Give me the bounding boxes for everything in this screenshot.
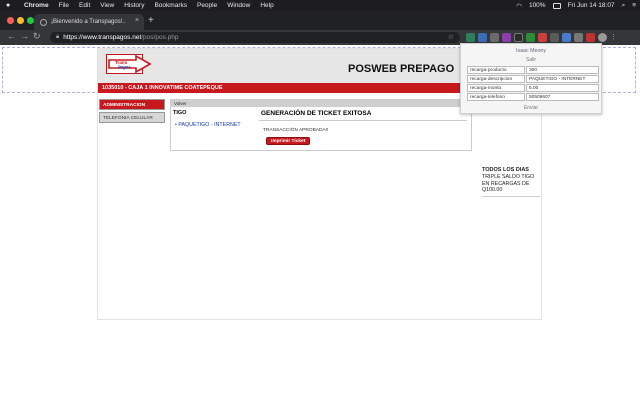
menu-edit[interactable]: Edit xyxy=(79,2,90,9)
macos-menubar: ● Chrome File Edit View History Bookmark… xyxy=(0,0,640,11)
browser-tab-active[interactable]: ¡Bienvenido a Transpagos!.. × xyxy=(34,14,144,30)
promo-box: TODOS LOS DIAS TRIPLE SALDO TIGO EN RECA… xyxy=(482,167,540,197)
transpagos-logo-icon: Trans Pagos xyxy=(106,54,152,74)
battery-percent[interactable]: 100% xyxy=(529,2,546,9)
extension-icon-4[interactable] xyxy=(502,33,511,42)
table-row: recarga-telefono 50509607 xyxy=(467,93,599,101)
lock-icon[interactable]: 🔒︎ xyxy=(56,34,59,41)
window-minimize-button[interactable] xyxy=(17,17,24,24)
extension-icon-5[interactable] xyxy=(514,33,523,42)
menu-view[interactable]: View xyxy=(100,2,114,9)
promo-text: TRIPLE SALDO TIGO EN RECARGAS DE Q100.00 xyxy=(482,174,540,197)
browser-tabstrip: ¡Bienvenido a Transpagos!.. × + xyxy=(0,11,640,30)
popup-username: Isaac Meony xyxy=(515,48,547,54)
product-label: PAQUETIGO - INTERNET xyxy=(178,122,241,128)
bookmark-star-icon[interactable]: ☆ xyxy=(448,33,454,41)
ticket-panel: Volver TIGO • PAQUETIGO - INTERNET GENER… xyxy=(170,99,472,151)
volver-link[interactable]: Volver xyxy=(171,100,471,107)
wifi-icon[interactable]: ◠ xyxy=(516,2,522,10)
row-value[interactable]: PAQUETIGO - INTERNET xyxy=(526,75,599,83)
page-title: POSWEB PREPAGO xyxy=(348,63,455,75)
browser-menu-icon[interactable]: ⋮ xyxy=(610,33,617,42)
svg-text:Pagos: Pagos xyxy=(118,65,131,70)
table-row: recarga-monto 5.00 xyxy=(467,84,599,92)
tab-close-icon[interactable]: × xyxy=(135,17,139,24)
extension-popup: Isaac Meony Salir recarga-producto 300 r… xyxy=(460,43,602,114)
extension-icon-3[interactable] xyxy=(490,33,499,42)
extension-icon-6[interactable] xyxy=(526,33,535,42)
sidebar-item-telefonia-celular[interactable]: TELEFONIA CELULAR xyxy=(99,112,165,123)
row-value[interactable]: 300 xyxy=(526,66,599,74)
url-path: /pos/pos.php xyxy=(141,34,179,41)
divider xyxy=(259,120,467,121)
tab-title: ¡Bienvenido a Transpagos!.. xyxy=(51,19,126,25)
extension-icon-9[interactable] xyxy=(562,33,571,42)
spotlight-icon[interactable]: ⌕ xyxy=(622,2,626,10)
apple-menu-icon[interactable]: ● xyxy=(6,2,16,9)
product-link[interactable]: • PAQUETIGO - INTERNET xyxy=(175,122,241,128)
back-button[interactable]: ← xyxy=(7,31,16,41)
ticket-heading: GENERACIÓN DE TICKET EXITOSA xyxy=(261,110,372,117)
recarga-table: recarga-producto 300 recarga-descripcion… xyxy=(466,65,600,102)
row-key: recarga-producto xyxy=(467,66,525,74)
extension-icon-1[interactable] xyxy=(466,33,475,42)
url-host: https://www.transpagos.net xyxy=(63,34,142,41)
row-key: recarga-monto xyxy=(467,84,525,92)
transaction-status: TRANSACCIÓN APROBADA!! xyxy=(263,128,329,133)
promo-heading: TODOS LOS DIAS xyxy=(482,167,529,173)
forward-button[interactable]: → xyxy=(20,31,29,41)
menu-bookmarks[interactable]: Bookmarks xyxy=(154,2,187,9)
row-key: recarga-descripcion xyxy=(467,75,525,83)
extension-icon-8[interactable] xyxy=(550,33,559,42)
provider-label: TIGO xyxy=(173,110,187,116)
extension-icon-11[interactable] xyxy=(586,33,595,42)
menubar-status-area: ◠ 100% Fri Jun 14 18:07 ⌕ ≡ xyxy=(516,0,636,11)
menu-file[interactable]: File xyxy=(59,2,69,9)
extension-icon-2[interactable] xyxy=(478,33,487,42)
new-tab-button[interactable]: + xyxy=(148,15,154,26)
sidebar-item-administracion[interactable]: ADMINISTRACION xyxy=(99,99,165,110)
row-key: recarga-telefono xyxy=(467,93,525,101)
menu-help[interactable]: Help xyxy=(260,2,273,9)
window-close-button[interactable] xyxy=(7,17,14,24)
extension-icon-10[interactable] xyxy=(574,33,583,42)
logout-link[interactable]: Salir xyxy=(461,57,601,63)
menubar-clock[interactable]: Fri Jun 14 18:07 xyxy=(568,2,615,9)
table-row: recarga-producto 300 xyxy=(467,66,599,74)
extension-bar: ⋮ xyxy=(466,33,617,42)
tab-favicon-icon xyxy=(40,18,47,26)
notification-center-icon[interactable]: ≡ xyxy=(632,2,636,9)
menu-chrome[interactable]: Chrome xyxy=(24,2,49,9)
menu-people[interactable]: People xyxy=(197,2,217,9)
reload-button[interactable]: ↻ xyxy=(33,31,41,42)
row-value[interactable]: 50509607 xyxy=(526,93,599,101)
menu-window[interactable]: Window xyxy=(227,2,250,9)
battery-icon[interactable] xyxy=(552,2,561,9)
table-row: recarga-descripcion PAQUETIGO - INTERNET xyxy=(467,75,599,83)
extension-icon-7[interactable] xyxy=(538,33,547,42)
row-value[interactable]: 5.00 xyxy=(526,84,599,92)
profile-avatar-icon[interactable] xyxy=(598,33,607,42)
print-ticket-button[interactable]: Imprimir Ticket xyxy=(266,137,311,145)
menu-history[interactable]: History xyxy=(124,2,144,9)
address-bar[interactable]: 🔒︎ https://www.transpagos.net/pos/pos.ph… xyxy=(50,32,460,43)
send-button[interactable]: Enviar xyxy=(461,105,601,111)
window-zoom-button[interactable] xyxy=(27,17,34,24)
